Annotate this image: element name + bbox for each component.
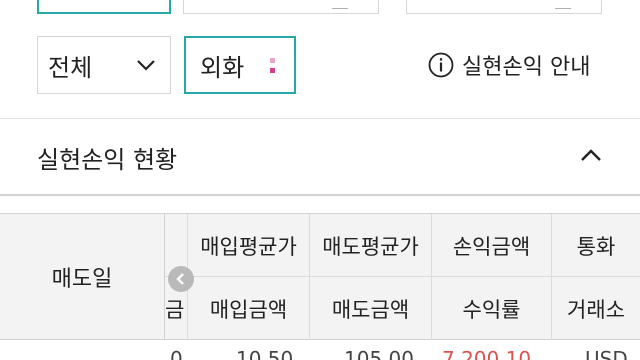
cell-value: USD (585, 347, 628, 360)
header-cell: 매도평균가 (309, 214, 431, 277)
top-field-1[interactable] (37, 0, 171, 14)
cell-value: 7,200.10 (442, 347, 532, 360)
info-circle-icon (428, 52, 454, 78)
top-field-2[interactable] (183, 0, 379, 14)
header-cell: 손익금액 (431, 214, 551, 277)
scroll-left-button[interactable] (168, 266, 194, 292)
chevron-left-icon (176, 273, 184, 285)
cell-value: 10.50 (236, 347, 294, 360)
top-field-3[interactable] (406, 0, 602, 14)
cell-value: 0 (170, 347, 183, 360)
header-cell: 매입금액 (187, 277, 309, 340)
currency-select[interactable]: 외화 (184, 36, 296, 94)
header-sell-date: 매도일 (51, 266, 113, 292)
header-row-2: 금 매입금액 매도금액 수익률 거래소 (165, 277, 640, 340)
realized-pl-info-link[interactable]: 실현손익 안내 (428, 50, 590, 80)
header-cell: 매도금액 (309, 277, 431, 340)
section-title: 실현손익 현황 (37, 146, 178, 174)
header-row-1: 매입평균가 매도평균가 손익금액 통화 (165, 214, 640, 277)
header-cell: 매입평균가 (187, 214, 309, 277)
chevron-down-icon (137, 60, 155, 71)
currency-select-value: 외화 (200, 53, 245, 82)
header-cell: 통화 (551, 214, 640, 277)
table-fixed-header: 매도일 (0, 214, 165, 340)
cell-value: 105.00 (344, 347, 414, 360)
period-select-value: 전체 (48, 53, 93, 82)
header-cell: 거래소 (551, 277, 640, 340)
section-header[interactable]: 실현손익 현황 (0, 120, 640, 194)
header-cell: 수익률 (431, 277, 551, 340)
divider (0, 194, 640, 196)
more-dots-icon (270, 58, 276, 76)
info-link-label: 실현손익 안내 (462, 55, 591, 80)
realized-pl-table: 매도일 매입평균가 매도평균가 손익금액 통화 금 매입금액 매도금액 수익률 … (0, 213, 640, 360)
table-scroll-header[interactable]: 매입평균가 매도평균가 손익금액 통화 금 매입금액 매도금액 수익률 거래소 (165, 214, 640, 340)
calendar-icon (555, 3, 571, 9)
filter-row: 전체 외화 실현손익 안내 (0, 36, 640, 94)
chevron-up-icon[interactable] (578, 142, 604, 168)
table-row[interactable]: 0 10.50 105.00 7,200.10 USD (0, 341, 640, 360)
divider (0, 118, 640, 119)
period-select[interactable]: 전체 (37, 36, 171, 94)
calendar-icon (332, 3, 348, 9)
top-fields-row (0, 0, 640, 16)
